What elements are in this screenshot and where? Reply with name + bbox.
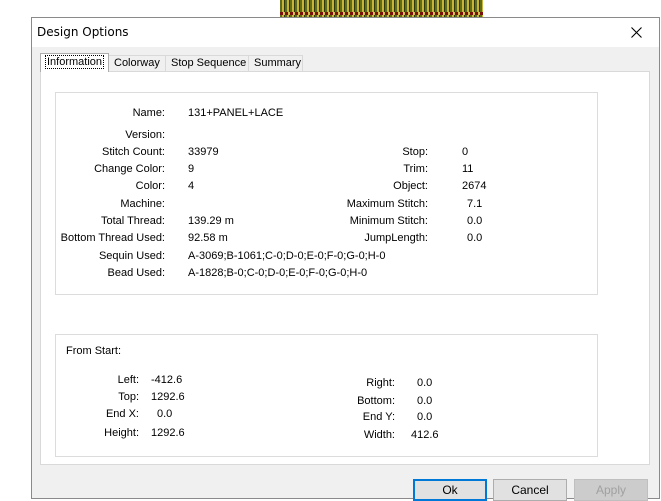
sequin-value: A-3069;B-1061;C-0;D-0;E-0;F-0;G-0;H-0: [188, 250, 386, 262]
tab-information[interactable]: Information: [40, 53, 109, 72]
change-color-label: Change Color:: [94, 163, 165, 175]
jump-length-label: JumpLength:: [364, 232, 428, 244]
stitch-count-value: 33979: [188, 146, 219, 158]
tab-stop-sequence[interactable]: Stop Sequence: [165, 55, 249, 71]
title-bar: Design Options: [32, 18, 659, 47]
end-x-label: End X:: [105, 408, 139, 420]
object-value: 2674: [462, 180, 487, 192]
trim-label: Trim:: [403, 163, 428, 175]
tab-summary[interactable]: Summary: [248, 55, 303, 71]
bottom-thread-label: Bottom Thread Used:: [60, 232, 165, 244]
right-label: Right:: [366, 377, 395, 389]
top-value: 1292.6: [151, 391, 185, 403]
change-color-value: 9: [188, 163, 195, 175]
left-label: Left:: [117, 374, 139, 386]
minimum-stitch-value: 0.0: [467, 215, 483, 227]
maximum-stitch-value: 7.1: [467, 198, 483, 210]
minimum-stitch-label: Minimum Stitch:: [349, 215, 428, 227]
design-info-group: Name: 131+PANEL+LACE Version: Stitch Cou…: [55, 92, 598, 295]
stop-value: 0: [462, 146, 469, 158]
width-value: 412.6: [411, 429, 439, 441]
left-value: -412.6: [151, 374, 183, 386]
bottom-label: Bottom:: [357, 395, 395, 407]
dialog-title: Design Options: [37, 25, 129, 39]
sequin-label: Sequin Used:: [98, 250, 165, 262]
bottom-thread-value: 92.58 m: [188, 232, 228, 244]
cancel-button[interactable]: Cancel: [493, 479, 567, 501]
tab-information-label: Information: [44, 55, 105, 69]
bead-label: Bead Used:: [107, 267, 165, 279]
right-value: 0.0: [417, 377, 433, 389]
end-x-value: 0.0: [157, 408, 173, 420]
apply-button[interactable]: Apply: [574, 479, 648, 501]
height-value: 1292.6: [151, 427, 185, 439]
name-label: Name:: [132, 107, 165, 119]
object-label: Object:: [393, 180, 428, 192]
color-label: Color:: [135, 180, 165, 192]
from-start-title: From Start:: [66, 345, 122, 357]
name-value: 131+PANEL+LACE: [188, 107, 284, 119]
maximum-stitch-label: Maximum Stitch:: [346, 198, 428, 210]
total-thread-label: Total Thread:: [100, 215, 165, 227]
width-label: Width:: [363, 429, 395, 441]
machine-label: Machine:: [120, 198, 165, 210]
height-label: Height:: [104, 427, 139, 439]
design-preview-strip: [280, 0, 483, 17]
color-value: 4: [188, 180, 195, 192]
close-button[interactable]: [613, 18, 659, 47]
total-thread-value: 139.29 m: [188, 215, 234, 227]
bottom-value: 0.0: [417, 395, 433, 407]
end-y-value: 0.0: [417, 411, 433, 423]
stop-label: Stop:: [402, 146, 428, 158]
information-panel: Name: 131+PANEL+LACE Version: Stitch Cou…: [40, 71, 650, 465]
end-y-label: End Y:: [362, 411, 395, 423]
jump-length-value: 0.0: [467, 232, 483, 244]
close-icon: [630, 27, 642, 38]
top-label: Top:: [118, 391, 139, 403]
bead-value: A-1828;B-0;C-0;D-0;E-0;F-0;G-0;H-0: [188, 267, 368, 279]
stitch-count-label: Stitch Count:: [102, 146, 165, 158]
tab-colorway[interactable]: Colorway: [108, 55, 166, 71]
from-start-group: From Start: Left: -412.6 Top: 1292.6 End…: [55, 334, 598, 457]
ok-button[interactable]: Ok: [413, 479, 487, 501]
design-options-dialog: Design Options Information Colorway Stop…: [31, 17, 660, 501]
version-label: Version:: [125, 129, 165, 141]
trim-value: 11: [462, 163, 474, 175]
